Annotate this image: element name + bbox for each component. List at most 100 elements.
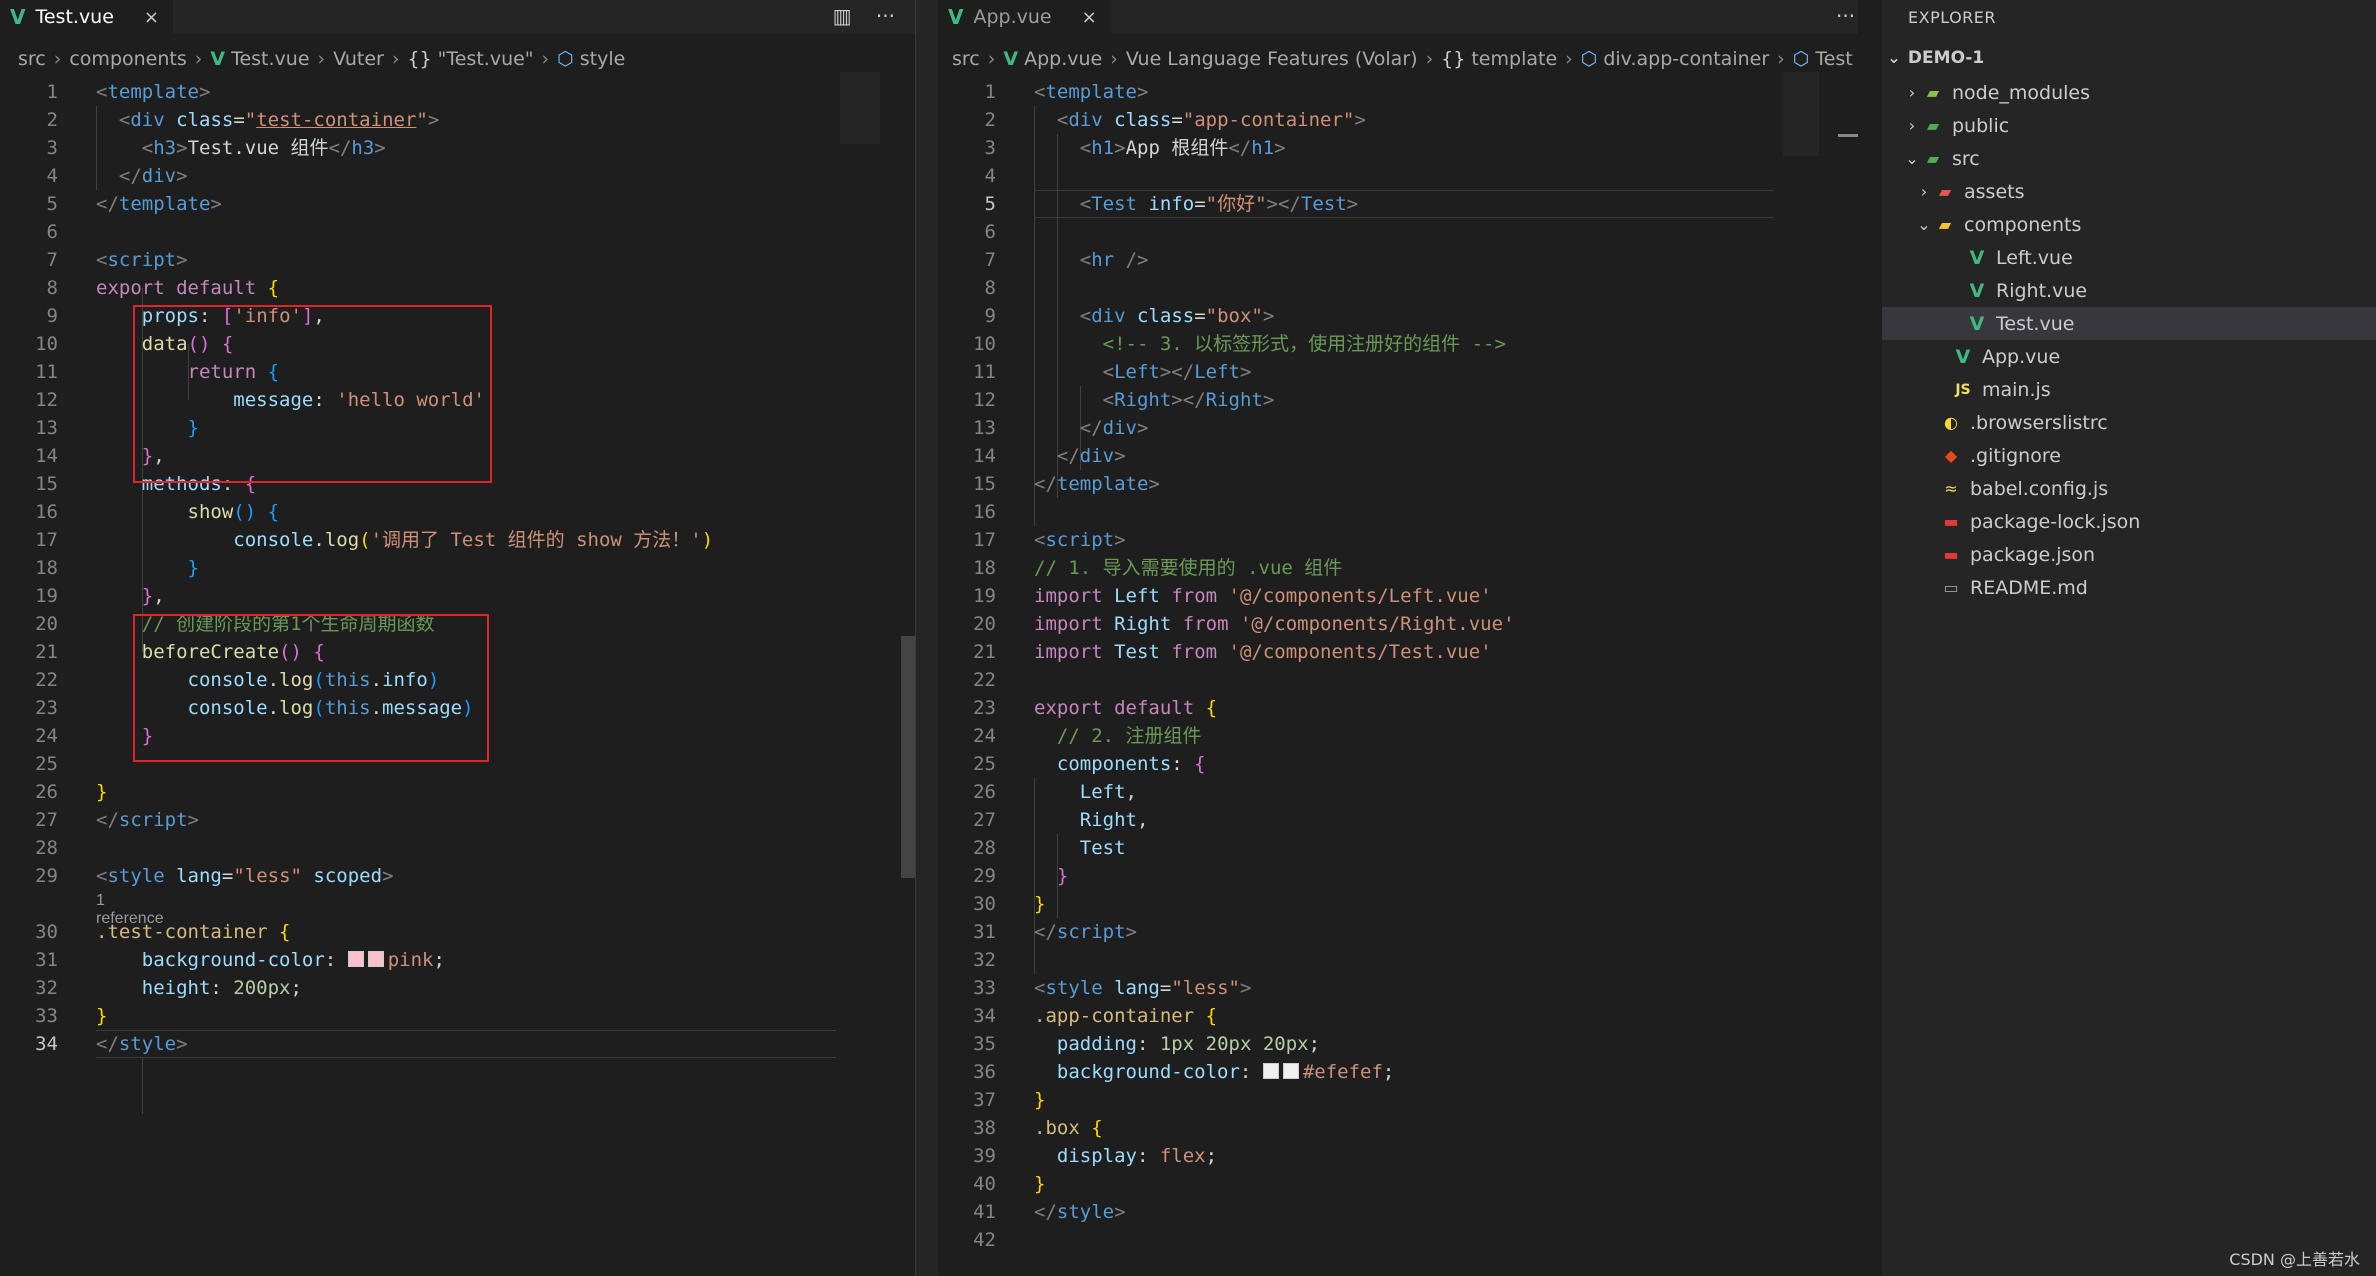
tab-test-vue[interactable]: V Test.vue × xyxy=(0,0,174,34)
chevron-down-icon: ⌄ xyxy=(1887,48,1901,67)
braces-icon: {} xyxy=(407,48,432,70)
explorer-item[interactable]: › ▰ node_modules xyxy=(1882,76,2376,109)
explorer-item[interactable]: ▭ README.md xyxy=(1882,571,2376,604)
explorer-item-label: package.json xyxy=(1970,543,2096,566)
explorer-item-label: main.js xyxy=(1982,378,2051,401)
breadcrumb-components[interactable]: components xyxy=(69,48,186,70)
explorer-item[interactable]: ⌄ ▰ components xyxy=(1882,208,2376,241)
breadcrumb-file[interactable]: Test.vue xyxy=(231,48,309,70)
left-editor-pane[interactable]: V Test.vue × ▥ ··· src › components › V … xyxy=(0,0,915,1276)
vue-icon: V xyxy=(1955,345,1971,368)
explorer-item-label: App.vue xyxy=(1982,345,2061,368)
chevron-right-icon[interactable]: › xyxy=(1904,116,1920,135)
editor-actions: ▥ ··· xyxy=(815,4,895,28)
folder-components-icon: ▰ xyxy=(1938,215,1952,234)
breadcrumb-src[interactable]: src xyxy=(952,48,980,70)
explorer-item[interactable]: › ▰ assets xyxy=(1882,175,2376,208)
folder-src-icon: ▰ xyxy=(1926,149,1940,168)
breadcrumb-template[interactable]: template xyxy=(1471,48,1557,70)
explorer-root-folder[interactable]: ⌄ DEMO-1 xyxy=(1886,48,1984,68)
explorer-item-label: .browserslistrc xyxy=(1970,411,2108,434)
explorer-item[interactable]: V Left.vue xyxy=(1882,241,2376,274)
chevron-right-icon: › xyxy=(987,48,996,70)
vue-icon: V xyxy=(948,5,964,29)
more-icon[interactable]: ··· xyxy=(876,4,895,28)
explorer-item-label: README.md xyxy=(1970,576,2088,599)
breadcrumb-volar[interactable]: Vue Language Features (Volar) xyxy=(1126,48,1418,70)
editor-group-divider[interactable] xyxy=(915,0,939,1276)
explorer-item-label: public xyxy=(1952,114,2010,137)
chevron-right-icon[interactable]: › xyxy=(1904,83,1920,102)
folder-public-icon: ▰ xyxy=(1926,116,1940,135)
breadcrumb-div[interactable]: div.app-container xyxy=(1603,48,1769,70)
chevron-right-icon[interactable]: › xyxy=(1916,182,1932,201)
overview-ruler-mark xyxy=(1838,134,1858,137)
chevron-right-icon: › xyxy=(317,48,326,70)
folder-node-icon: ▰ xyxy=(1926,83,1940,102)
color-swatch[interactable] xyxy=(1282,1063,1299,1079)
chevron-down-icon[interactable]: ⌄ xyxy=(1916,215,1932,234)
folder-assets-icon: ▰ xyxy=(1938,182,1952,201)
chevron-right-icon: › xyxy=(1425,48,1434,70)
explorer-item-label: assets xyxy=(1964,180,2025,203)
breadcrumb: src › components › V Test.vue › Vuter › … xyxy=(18,44,625,74)
watermark-credit: CSDN @上善若水 xyxy=(2229,1250,2360,1269)
current-line-highlight xyxy=(96,1030,836,1058)
color-swatch[interactable] xyxy=(1262,1063,1279,1079)
explorer-item-label: Right.vue xyxy=(1996,279,2088,302)
color-swatch[interactable] xyxy=(367,951,384,967)
explorer-item[interactable]: V Test.vue xyxy=(1882,307,2376,340)
explorer-item[interactable]: V Right.vue xyxy=(1882,274,2376,307)
breadcrumb-style[interactable]: style xyxy=(580,48,626,70)
chevron-right-icon: › xyxy=(1110,48,1118,70)
explorer-item-label: .gitignore xyxy=(1970,444,2061,467)
breadcrumb-vuter[interactable]: Vuter xyxy=(333,48,384,70)
right-editor-pane[interactable]: V App.vue × ··· src › V App.vue › Vue La… xyxy=(938,0,1858,1276)
close-icon[interactable]: × xyxy=(1082,7,1097,28)
braces-icon: {} xyxy=(1441,48,1466,70)
more-icon[interactable]: ··· xyxy=(1836,4,1855,28)
breadcrumb-test[interactable]: Test xyxy=(1815,48,1852,70)
explorer-item[interactable]: ⌄ ▰ src xyxy=(1882,142,2376,175)
highlight-box-props-data xyxy=(133,305,492,483)
minimap[interactable] xyxy=(840,72,880,144)
vertical-scrollbar[interactable] xyxy=(901,636,915,878)
breadcrumb-src[interactable]: src xyxy=(18,48,46,70)
vue-icon: V xyxy=(1003,48,1019,70)
explorer-item-label: components xyxy=(1964,213,2082,236)
tab-app-vue[interactable]: V App.vue × xyxy=(938,0,1111,34)
explorer-item[interactable]: ◆ .gitignore xyxy=(1882,439,2376,472)
vue-icon: V xyxy=(1969,246,1985,269)
explorer-item[interactable]: ▬ package.json xyxy=(1882,538,2376,571)
chevron-right-icon: › xyxy=(1777,48,1785,70)
chevron-right-icon: › xyxy=(1565,48,1573,70)
explorer-item[interactable]: › ▰ public xyxy=(1882,109,2376,142)
explorer-header: EXPLORER xyxy=(1908,8,1996,27)
explorer-item-label: Test.vue xyxy=(1996,312,2075,335)
tab-title: Test.vue xyxy=(35,6,114,28)
babel-icon: ≈ xyxy=(1944,479,1958,498)
minimap[interactable] xyxy=(1783,72,1819,156)
breadcrumb-file[interactable]: App.vue xyxy=(1024,48,1102,70)
explorer-item[interactable]: ◐ .browserslistrc xyxy=(1882,406,2376,439)
browserslist-icon: ◐ xyxy=(1944,413,1958,432)
explorer-item[interactable]: ▬ package-lock.json xyxy=(1882,505,2376,538)
explorer-item-label: src xyxy=(1952,147,1980,170)
npm-icon: ▬ xyxy=(1943,545,1959,564)
explorer-item[interactable]: JS main.js xyxy=(1882,373,2376,406)
chevron-down-icon[interactable]: ⌄ xyxy=(1904,149,1920,168)
vue-icon: V xyxy=(1969,279,1985,302)
explorer-item-label: package-lock.json xyxy=(1970,510,2141,533)
explorer-item[interactable]: ≈ babel.config.js xyxy=(1882,472,2376,505)
explorer-item-label: babel.config.js xyxy=(1970,477,2109,500)
explorer-sidebar[interactable]: EXPLORER ⌄ DEMO-1 › ▰ node_modules › ▰ public… xyxy=(1882,0,2376,1276)
close-icon[interactable]: × xyxy=(144,7,159,28)
vue-icon: V xyxy=(210,48,226,70)
breadcrumb-module[interactable]: "Test.vue" xyxy=(438,48,534,70)
indent-guide xyxy=(142,1058,143,1114)
chevron-right-icon: › xyxy=(194,48,203,70)
cube-icon: ⬡ xyxy=(557,48,574,70)
explorer-item[interactable]: V App.vue xyxy=(1882,340,2376,373)
split-editor-icon[interactable]: ▥ xyxy=(833,4,852,28)
color-swatch[interactable] xyxy=(347,951,364,967)
